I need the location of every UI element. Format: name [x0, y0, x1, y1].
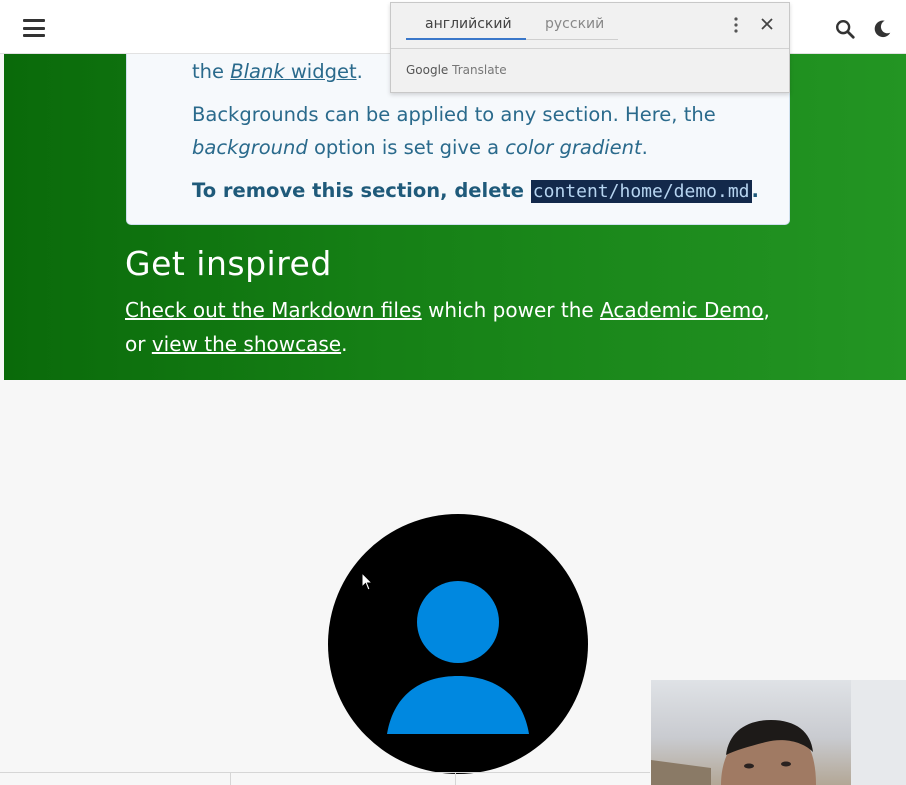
search-icon[interactable] [834, 18, 856, 40]
google-wordmark: Google [406, 63, 449, 77]
translate-wordmark: Translate [452, 63, 507, 77]
tab-target-language[interactable]: русский [545, 16, 604, 32]
more-vert-icon[interactable] [731, 16, 741, 34]
blank-link-text: Blank [230, 60, 285, 83]
card-line-1: the Blank widget. [192, 60, 363, 83]
webcam-person-image [651, 680, 906, 785]
tab-source-language[interactable]: английский [425, 16, 512, 32]
card-line-4: To remove this section, delete content/h… [192, 179, 759, 203]
background-term: background [192, 136, 308, 159]
markdown-files-link[interactable]: Check out the Markdown files [125, 298, 422, 322]
blank-widget-link[interactable]: Blank widget [230, 60, 356, 83]
mouse-cursor-icon [361, 572, 374, 591]
demo-file-code: content/home/demo.md [530, 180, 752, 203]
footer-divider-tick [230, 772, 231, 785]
card-text: . [751, 179, 759, 202]
card-text: the [192, 60, 225, 83]
google-translate-brand: Google Translate [406, 63, 507, 77]
user-avatar-icon [328, 514, 588, 774]
google-translate-popup: английский русский Google Translate [390, 2, 790, 93]
inspire-paragraph: Check out the Markdown files which power… [125, 293, 785, 361]
popup-divider [391, 48, 789, 49]
card-line-2: Backgrounds can be applied to any sectio… [192, 103, 716, 126]
hamburger-menu-icon[interactable] [23, 19, 45, 37]
view-showcase-link[interactable]: view the showcase [152, 332, 341, 356]
card-text: . [641, 136, 648, 159]
tab-divider [526, 39, 618, 40]
inspire-text: which power the [428, 298, 594, 322]
footer-divider [0, 772, 650, 773]
active-tab-indicator [406, 38, 526, 40]
moon-icon[interactable] [871, 18, 893, 40]
remove-section-text: To remove this section, delete [192, 179, 524, 202]
color-gradient-term: color gradient [505, 136, 642, 159]
close-icon[interactable] [760, 17, 774, 31]
card-line-3: background option is set give a color gr… [192, 136, 648, 159]
widget-link-text: widget [290, 60, 357, 83]
footer-divider-tick [455, 772, 456, 785]
section-heading: Get inspired [125, 244, 332, 283]
card-text: . [356, 60, 363, 83]
academic-demo-link[interactable]: Academic Demo [600, 298, 763, 322]
card-text: option is set give a [313, 136, 500, 159]
inspire-text: . [341, 332, 348, 356]
webcam-overlay [651, 680, 906, 785]
